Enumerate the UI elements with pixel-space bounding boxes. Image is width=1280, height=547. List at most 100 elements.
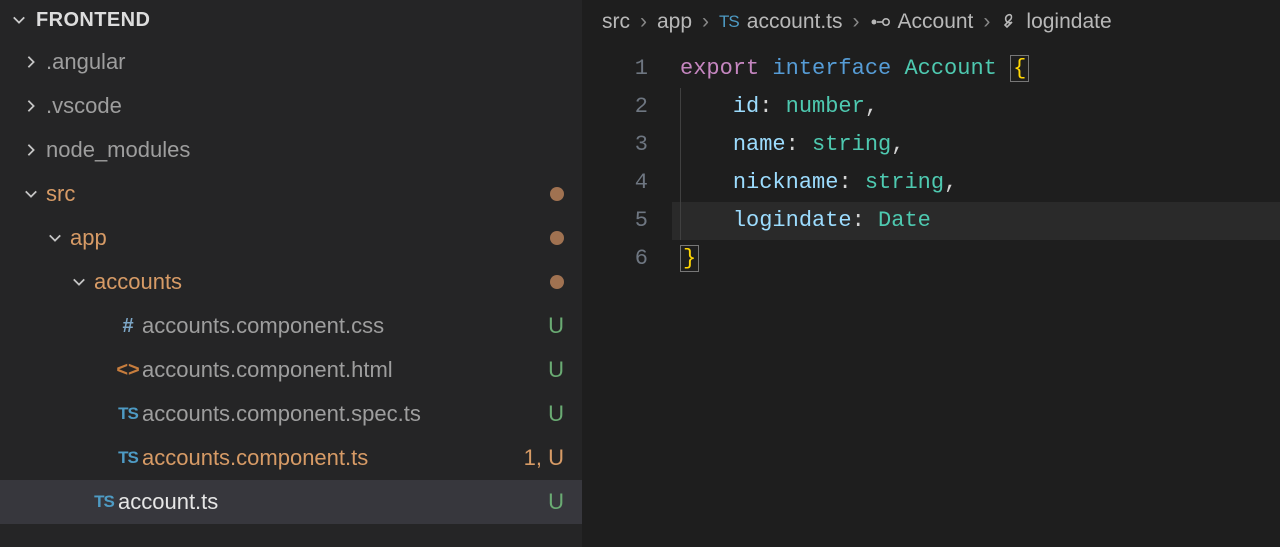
token: export <box>680 56 759 81</box>
line-number: 3 <box>582 126 672 164</box>
token: interface <box>772 56 891 81</box>
tree-item-label: account.ts <box>118 489 504 515</box>
git-status: U <box>504 401 564 427</box>
token: : <box>838 170 864 195</box>
chevron-right-icon[interactable] <box>20 55 42 69</box>
ts-icon: TS <box>114 404 142 424</box>
file-tree: .angular .vscode node_modulessrc app account… <box>0 40 582 547</box>
token: id <box>733 94 759 119</box>
explorer-title: FRONTEND <box>36 9 150 32</box>
modified-dot-icon <box>550 275 564 289</box>
explorer-header[interactable]: FRONTEND <box>0 0 582 40</box>
tree-item-label: accounts.component.css <box>142 313 504 339</box>
git-status <box>504 225 564 251</box>
chevron-down-icon[interactable] <box>68 275 90 289</box>
tree-item-src[interactable]: src <box>0 172 582 216</box>
interface-icon <box>870 15 890 29</box>
token: string <box>812 132 891 157</box>
git-status <box>504 269 564 295</box>
token <box>997 56 1010 81</box>
token: : <box>786 132 812 157</box>
hash-icon: # <box>114 315 142 338</box>
token: number <box>786 94 865 119</box>
modified-dot-icon <box>550 187 564 201</box>
property-icon <box>1000 13 1018 31</box>
git-status: U <box>504 489 564 515</box>
line-number: 5 <box>582 202 672 240</box>
code-line-3[interactable]: name: string, <box>672 126 1280 164</box>
ts-icon: TS <box>114 448 142 468</box>
tree-item--angular[interactable]: .angular <box>0 40 582 84</box>
token <box>680 170 733 195</box>
indent-guide <box>680 88 681 240</box>
token: } <box>680 245 699 272</box>
chevron-down-icon <box>10 13 28 27</box>
line-number: 2 <box>582 88 672 126</box>
tree-item-label: accounts.component.ts <box>142 445 504 471</box>
chevron-down-icon[interactable] <box>44 231 66 245</box>
token: logindate <box>733 208 852 233</box>
editor-pane: src › app › TS account.ts › Account › lo… <box>582 0 1280 547</box>
tree-item-label: accounts.component.html <box>142 357 504 383</box>
crumb-symbol-account[interactable]: Account <box>898 10 974 34</box>
file-explorer: FRONTEND .angular .vscode node_modulessrc a… <box>0 0 582 547</box>
tree-item-label: accounts <box>94 269 504 295</box>
code-area[interactable]: 123456 export interface Account { id: nu… <box>582 44 1280 547</box>
chevron-right-icon: › <box>702 10 709 34</box>
token: string <box>865 170 944 195</box>
code-line-6[interactable]: } <box>672 240 1280 278</box>
token: name <box>733 132 786 157</box>
tree-item-label: .angular <box>46 49 504 75</box>
line-number: 6 <box>582 240 672 278</box>
code-line-1[interactable]: export interface Account { <box>672 50 1280 88</box>
tree-item-accounts-component-css[interactable]: #accounts.component.cssU <box>0 304 582 348</box>
token: , <box>944 170 957 195</box>
crumb-app[interactable]: app <box>657 10 692 34</box>
line-number: 1 <box>582 50 672 88</box>
tree-item-app[interactable]: app <box>0 216 582 260</box>
chevron-right-icon: › <box>853 10 860 34</box>
token: Account <box>904 56 996 81</box>
chevron-right-icon: › <box>983 10 990 34</box>
token <box>891 56 904 81</box>
ts-icon: TS <box>719 12 739 32</box>
token <box>680 94 733 119</box>
tree-item-accounts-component-html[interactable]: <>accounts.component.htmlU <box>0 348 582 392</box>
tree-item--vscode[interactable]: .vscode <box>0 84 582 128</box>
tree-item-node-modules[interactable]: node_modules <box>0 128 582 172</box>
token <box>759 56 772 81</box>
token: : <box>852 208 878 233</box>
code-line-5[interactable]: logindate: Date <box>672 202 1280 240</box>
chevron-right-icon: › <box>640 10 647 34</box>
tree-item-accounts-component-spec-ts[interactable]: TSaccounts.component.spec.tsU <box>0 392 582 436</box>
chevron-right-icon[interactable] <box>20 143 42 157</box>
modified-dot-icon <box>550 231 564 245</box>
line-number: 4 <box>582 164 672 202</box>
git-status: U <box>504 357 564 383</box>
git-status: 1, U <box>504 445 564 471</box>
token: , <box>865 94 878 119</box>
tree-item-label: app <box>70 225 504 251</box>
tree-item-label: src <box>46 181 504 207</box>
tree-item-accounts[interactable]: accounts <box>0 260 582 304</box>
token: nickname <box>733 170 839 195</box>
crumb-symbol-logindate[interactable]: logindate <box>1026 10 1111 34</box>
token: { <box>1010 55 1029 82</box>
crumb-src[interactable]: src <box>602 10 630 34</box>
crumb-file[interactable]: account.ts <box>747 10 843 34</box>
chevron-right-icon[interactable] <box>20 99 42 113</box>
code-line-4[interactable]: nickname: string, <box>672 164 1280 202</box>
tree-item-account-ts[interactable]: TSaccount.tsU <box>0 480 582 524</box>
token <box>680 208 733 233</box>
tree-item-label: node_modules <box>46 137 504 163</box>
tree-item-label: accounts.component.spec.ts <box>142 401 504 427</box>
code-content[interactable]: export interface Account { id: number, n… <box>672 44 1280 547</box>
token: Date <box>878 208 931 233</box>
code-line-2[interactable]: id: number, <box>672 88 1280 126</box>
git-status: U <box>504 313 564 339</box>
html-icon: <> <box>114 359 142 382</box>
tree-item-accounts-component-ts[interactable]: TSaccounts.component.ts1, U <box>0 436 582 480</box>
chevron-down-icon[interactable] <box>20 187 42 201</box>
breadcrumb[interactable]: src › app › TS account.ts › Account › lo… <box>582 0 1280 44</box>
token <box>680 132 733 157</box>
